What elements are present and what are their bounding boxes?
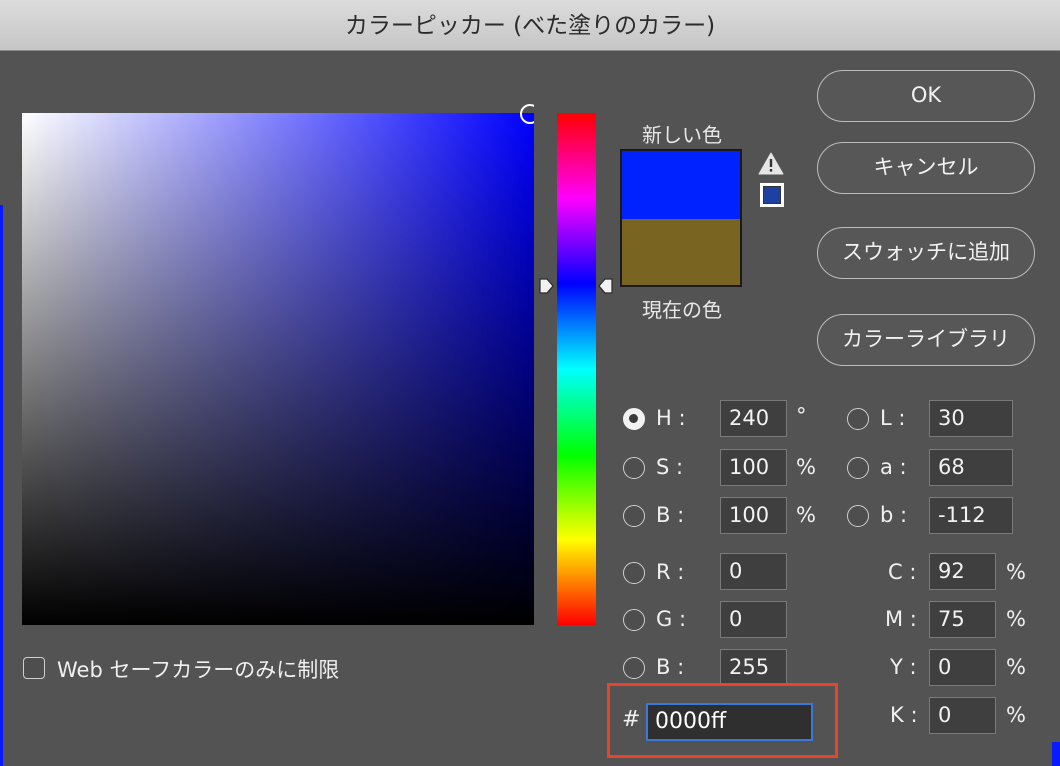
window-title: カラーピッカー (べた塗りのカラー) — [344, 13, 716, 39]
unit-s: % — [796, 455, 816, 479]
label-m: M : — [885, 607, 917, 631]
field-c[interactable]: 92 — [929, 553, 996, 590]
current-color-swatch[interactable] — [622, 219, 740, 285]
hex-hash-label: # — [622, 707, 641, 732]
field-s[interactable]: 100 — [720, 449, 787, 486]
radio-blue[interactable] — [623, 657, 645, 679]
unit-c: % — [1006, 560, 1026, 584]
field-y[interactable]: 0 — [929, 649, 996, 686]
hex-input[interactable]: 0000ff — [646, 703, 813, 741]
field-k[interactable]: 0 — [929, 697, 996, 734]
unit-h: ° — [796, 404, 807, 428]
label-k: K : — [890, 703, 918, 727]
label-l: L : — [880, 406, 906, 430]
unit-k: % — [1006, 703, 1026, 727]
field-r[interactable]: 0 — [720, 553, 787, 590]
label-r: R : — [656, 560, 685, 584]
field-lab-b[interactable]: -112 — [929, 497, 1013, 534]
websafe-swatch-icon[interactable] — [760, 183, 784, 207]
add-to-swatches-button[interactable]: スウォッチに追加 — [817, 227, 1035, 279]
radio-s[interactable] — [623, 457, 645, 479]
field-blue[interactable]: 255 — [720, 649, 787, 686]
label-c: C : — [888, 560, 917, 584]
radio-l[interactable] — [847, 408, 869, 430]
hue-slider[interactable] — [557, 113, 596, 625]
field-h[interactable]: 240 — [720, 400, 787, 437]
unit-y: % — [1006, 655, 1026, 679]
cancel-button[interactable]: キャンセル — [817, 142, 1035, 194]
unit-m: % — [1006, 607, 1026, 631]
color-field-cursor[interactable] — [520, 104, 534, 124]
websafe-label[interactable]: Web セーフカラーのみに制限 — [57, 654, 339, 684]
color-libraries-button[interactable]: カラーライブラリ — [817, 314, 1035, 366]
label-blue: B : — [656, 655, 685, 679]
field-l[interactable]: 30 — [929, 400, 1013, 437]
label-lab-b: b : — [880, 503, 908, 527]
label-y: Y : — [890, 655, 917, 679]
field-g[interactable]: 0 — [720, 601, 787, 638]
color-preview — [620, 149, 742, 287]
warning-triangle-icon[interactable] — [758, 152, 784, 180]
radio-r[interactable] — [623, 562, 645, 584]
radio-g[interactable] — [623, 609, 645, 631]
label-a: a : — [880, 455, 907, 479]
ok-button[interactable]: OK — [817, 70, 1035, 122]
field-brightness[interactable]: 100 — [720, 497, 787, 534]
websafe-checkbox[interactable] — [23, 657, 45, 679]
radio-h[interactable] — [623, 408, 645, 430]
radio-lab-b[interactable] — [847, 505, 869, 527]
unit-brightness: % — [796, 503, 816, 527]
color-picker-dialog: カラーピッカー (べた塗りのカラー) 新しい色 現在の色 OK キャンセル スウ… — [0, 0, 1060, 766]
background-layer-edge — [0, 205, 3, 766]
color-field[interactable] — [22, 113, 534, 625]
label-brightness: B : — [656, 503, 685, 527]
background-layer-edge-right — [1052, 742, 1060, 766]
field-a[interactable]: 68 — [929, 449, 1013, 486]
title-bar[interactable]: カラーピッカー (べた塗りのカラー) — [0, 0, 1060, 51]
current-color-label: 現在の色 — [642, 298, 722, 322]
label-s: S : — [656, 455, 684, 479]
label-h: H : — [656, 406, 686, 430]
radio-a[interactable] — [847, 457, 869, 479]
field-m[interactable]: 75 — [929, 601, 996, 638]
radio-brightness[interactable] — [623, 505, 645, 527]
hue-slider-right-handle-icon[interactable] — [598, 277, 614, 295]
label-g: G : — [656, 607, 687, 631]
new-color-swatch — [622, 151, 740, 219]
new-color-label: 新しい色 — [642, 123, 722, 147]
